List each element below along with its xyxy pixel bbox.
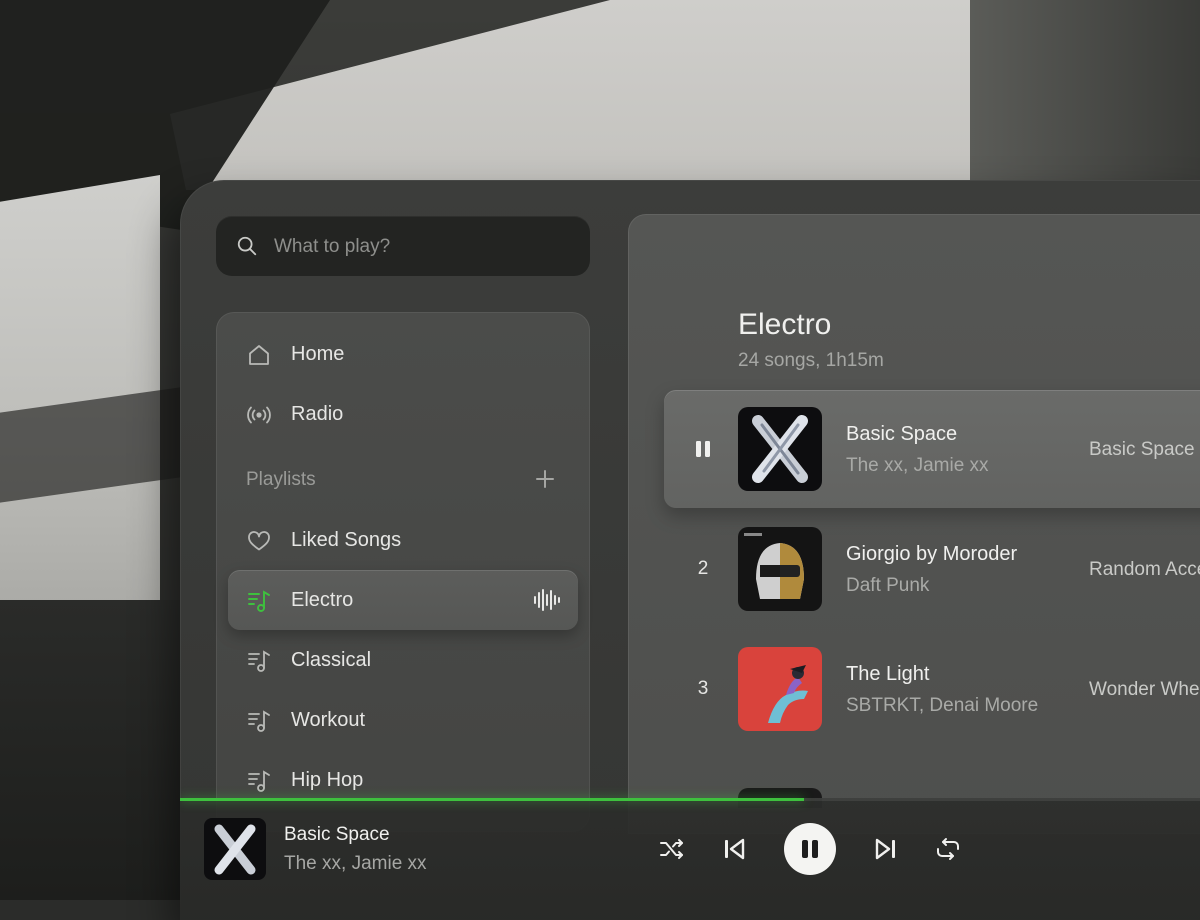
track-title: The Light	[846, 663, 930, 685]
track-number: 3	[697, 678, 709, 699]
album-art-the-xx	[738, 407, 822, 491]
now-playing-album-art[interactable]	[204, 818, 266, 880]
progress-bar[interactable]	[180, 798, 1200, 801]
track-artist[interactable]: Daft Punk	[846, 575, 929, 597]
track-artist[interactable]: The xx, Jamie xx	[846, 455, 989, 477]
track-album[interactable]: Basic Space	[1089, 439, 1200, 461]
sidebar-item-home[interactable]: Home	[228, 324, 578, 384]
pause-icon[interactable]	[694, 440, 712, 458]
sidebar-item-label: Liked Songs	[291, 529, 402, 551]
heart-icon	[248, 531, 270, 551]
background-floor-shadow	[0, 600, 200, 900]
sidebar: Home Radio Playlists Liked Songs Electro…	[216, 312, 590, 832]
playlists-heading: Playlists	[246, 469, 316, 490]
playlist-panel: Electro 24 songs, 1h15m Basic Space The …	[628, 214, 1200, 834]
now-playing-artist[interactable]: The xx, Jamie xx	[284, 853, 427, 875]
sidebar-item-classical[interactable]: Classical	[228, 630, 578, 690]
sidebar-item-liked-songs[interactable]: Liked Songs	[228, 510, 578, 570]
track-row[interactable]: 3 The Light SBTRKT, Denai Moore Wonder W…	[664, 630, 1200, 748]
search-bar[interactable]	[216, 216, 590, 278]
track-row[interactable]: Basic Space The xx, Jamie xx Basic Space	[664, 390, 1200, 508]
next-track-icon[interactable]	[872, 835, 900, 863]
search-icon	[237, 236, 257, 256]
previous-track-icon[interactable]	[720, 835, 748, 863]
now-playing-waveform-icon	[534, 589, 560, 611]
pause-button[interactable]	[784, 823, 836, 875]
sidebar-item-label: Workout	[291, 709, 366, 731]
track-number: 2	[697, 558, 709, 579]
sidebar-item-workout[interactable]: Workout	[228, 690, 578, 750]
player-bar: Basic Space The xx, Jamie xx	[180, 798, 1200, 920]
sidebar-item-electro[interactable]: Electro	[228, 570, 578, 630]
playlist-icon	[248, 590, 270, 612]
pause-icon	[802, 840, 818, 858]
playlist-icon	[248, 710, 270, 732]
track-title: Giorgio by Moroder	[846, 543, 1018, 565]
music-app-window: Home Radio Playlists Liked Songs	[180, 180, 1200, 920]
playlist-title: Electro	[738, 308, 832, 341]
track-title: Basic Space	[846, 423, 958, 445]
album-art-sbtrkt	[738, 647, 822, 731]
sidebar-item-radio[interactable]: Radio	[228, 384, 578, 444]
sidebar-item-label: Home	[291, 343, 345, 365]
sidebar-item-label: Hip Hop	[291, 769, 364, 791]
progress-fill	[180, 798, 804, 801]
home-icon	[249, 345, 269, 365]
search-input[interactable]	[272, 216, 576, 278]
track-album[interactable]: Random Access Memories	[1089, 559, 1200, 581]
track-artist[interactable]: SBTRKT, Denai Moore	[846, 695, 1038, 717]
playlist-info: 24 songs, 1h15m	[738, 350, 884, 371]
background-wall-corner	[970, 0, 1200, 190]
track-row[interactable]: 2 Giorgio by Moroder Daft Punk Random Ac…	[664, 510, 1200, 628]
playlist-icon	[248, 650, 270, 672]
sidebar-item-label: Radio	[291, 403, 344, 425]
radio-icon	[247, 406, 271, 424]
repeat-icon[interactable]	[934, 835, 962, 863]
shuffle-icon[interactable]	[658, 835, 686, 863]
playlist-icon	[248, 770, 270, 792]
album-art-daft-punk	[738, 527, 822, 611]
add-playlist-button[interactable]	[534, 468, 556, 490]
sidebar-item-label: Classical	[291, 649, 372, 671]
track-album[interactable]: Wonder Where We Land	[1089, 679, 1200, 701]
now-playing-title[interactable]: Basic Space	[284, 824, 390, 846]
sidebar-item-label: Electro	[291, 589, 354, 611]
